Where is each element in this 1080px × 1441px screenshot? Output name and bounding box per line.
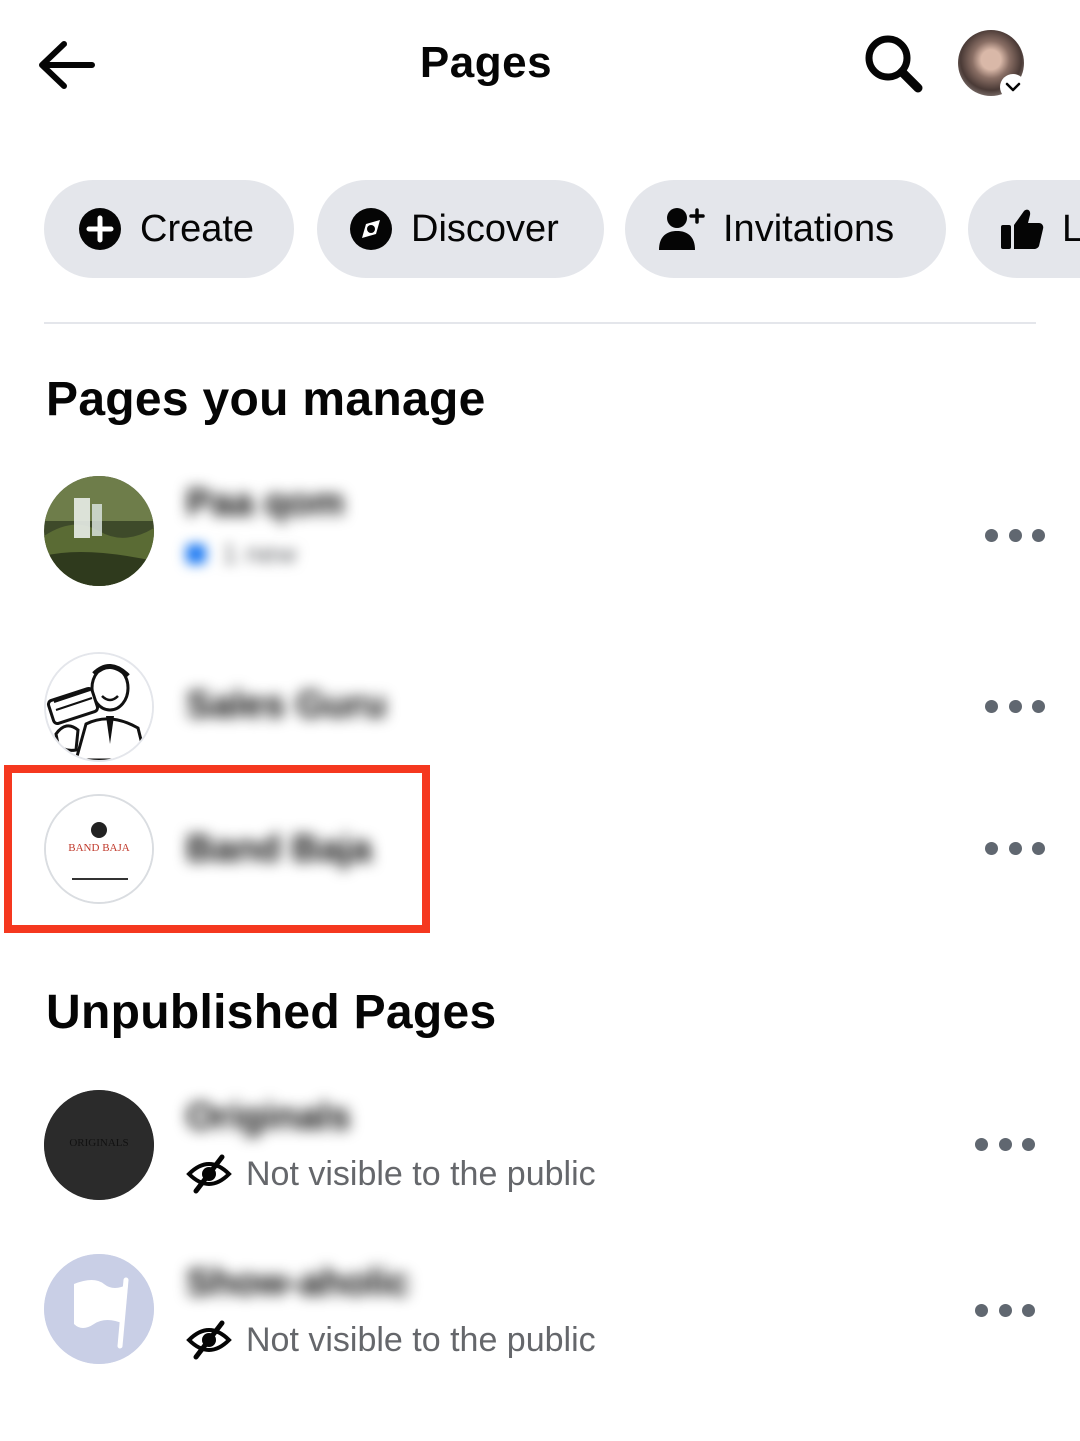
page-name: Show-aholic [186,1262,410,1304]
page-title: Pages [419,38,553,87]
more-options-button[interactable] [975,1124,1035,1164]
visibility-text: Not visible to the public [246,1154,596,1193]
eye-slash-icon [186,1320,232,1360]
visibility-status: Not visible to the public [186,1154,596,1194]
more-dots-icon [975,1303,988,1317]
search-button[interactable] [860,30,926,96]
more-dots-icon [985,841,998,855]
page-name: Paa qom [186,482,345,524]
more-dots-icon [975,1137,988,1151]
section-title-pages-you-manage: Pages you manage [46,373,486,426]
more-options-button[interactable] [985,686,1045,726]
eye-slash-icon [186,1154,232,1194]
page-name: Band Baja [186,828,372,870]
unpublished-page-row[interactable]: ORIGINALS Originals Not visible to the p… [0,1086,1080,1206]
visibility-status: Not visible to the public [186,1320,596,1360]
compass-icon [349,207,393,251]
flag-placeholder-avatar [44,1254,154,1364]
more-options-button[interactable] [985,828,1045,868]
invitations-chip[interactable]: Invitations [625,180,946,278]
create-chip-label: Create [140,207,255,250]
divider [44,322,1036,324]
vintage-salesman-illustration-avatar [44,652,154,762]
section-title-unpublished-pages: Unpublished Pages [46,986,497,1039]
invitations-chip-label: Invitations [723,207,895,250]
band-baja-logo-avatar: BAND BAJA [44,794,154,904]
liked-pages-chip-label: L [1062,207,1080,250]
discover-chip[interactable]: Discover [317,180,604,278]
band-baja-logo-text: BAND BAJA [68,842,129,854]
managed-page-row[interactable]: BAND BAJA Band Baja [0,790,1080,910]
managed-page-row[interactable]: Sales Guru [0,648,1080,762]
page-notification: 1 new [186,538,297,570]
more-dots-icon [985,699,998,713]
discover-chip-label: Discover [411,207,559,250]
profile-avatar-button[interactable] [958,30,1026,100]
create-chip[interactable]: Create [44,180,294,278]
more-options-button[interactable] [985,515,1045,555]
plus-circle-icon [78,207,122,251]
action-chips: Create Discover Invitations L [44,180,1080,278]
more-options-button[interactable] [975,1290,1035,1330]
originals-logo-text: ORIGINALS [69,1137,128,1149]
managed-page-row[interactable]: Paa qom 1 new [0,470,1080,600]
visibility-text: Not visible to the public [246,1320,596,1359]
add-person-icon [657,206,705,252]
originals-dark-avatar: ORIGINALS [44,1090,154,1200]
thumbs-up-icon [1000,207,1044,251]
search-icon [865,35,923,93]
more-dots-icon [985,528,998,542]
liked-pages-chip[interactable]: L [968,180,1080,278]
page-name: Originals [186,1096,351,1138]
page-notification-text: 1 new [222,538,297,569]
unpublished-page-row[interactable]: Show-aholic Not visible to the public [0,1252,1080,1372]
page-name: Sales Guru [186,684,387,726]
notification-dot-icon [186,544,206,564]
chevron-down-icon [1000,74,1026,100]
waterfall-forest-avatar [44,476,154,586]
top-bar: Pages [0,0,1080,130]
